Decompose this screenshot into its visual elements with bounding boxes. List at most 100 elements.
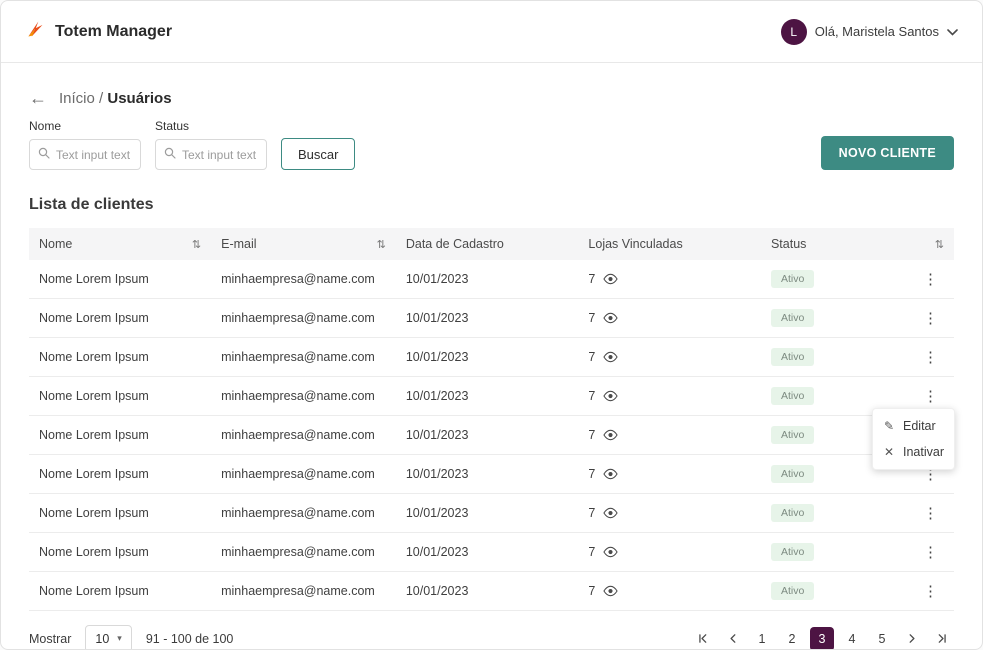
column-header-nome[interactable]: Nome ⇅	[29, 228, 211, 260]
cell-status: Ativo	[761, 533, 907, 572]
edit-menu-item[interactable]: ✎ Editar	[873, 413, 954, 439]
cell-status: Ativo	[761, 299, 907, 338]
table-row: Nome Lorem Ipsum minhaempresa@name.com 1…	[29, 260, 954, 299]
cell-email: minhaempresa@name.com	[211, 533, 396, 572]
page-size-select[interactable]: 10 ▾	[85, 625, 131, 650]
brand: Totem Manager	[25, 19, 172, 44]
prev-page-button[interactable]	[720, 627, 744, 650]
eye-icon[interactable]	[603, 585, 618, 597]
cell-lojas: 7	[578, 572, 761, 611]
nome-search-input[interactable]	[56, 148, 132, 162]
app-logo-icon	[25, 19, 45, 44]
page-button[interactable]: 3	[810, 627, 834, 650]
cell-lojas: 7	[578, 260, 761, 299]
cell-data-cadastro: 10/01/2023	[396, 416, 579, 455]
table-header: Nome ⇅ E-mail ⇅ Data de Cadastro	[29, 228, 954, 260]
user-menu[interactable]: L Olá, Maristela Santos	[781, 19, 958, 45]
status-badge: Ativo	[771, 348, 814, 366]
cell-nome: Nome Lorem Ipsum	[29, 494, 211, 533]
kebab-menu-icon[interactable]: ⋮	[917, 349, 944, 366]
cell-email: minhaempresa@name.com	[211, 572, 396, 611]
eye-icon[interactable]	[603, 312, 618, 324]
status-badge: Ativo	[771, 426, 814, 444]
cell-nome: Nome Lorem Ipsum	[29, 572, 211, 611]
eye-icon[interactable]	[603, 390, 618, 402]
cell-actions: ⋮	[907, 338, 954, 377]
eye-icon[interactable]	[603, 273, 618, 285]
cell-status: Ativo	[761, 260, 907, 299]
first-page-button[interactable]	[690, 627, 714, 650]
cell-email: minhaempresa@name.com	[211, 494, 396, 533]
kebab-menu-icon[interactable]: ⋮	[917, 388, 944, 405]
next-page-button[interactable]	[900, 627, 924, 650]
cell-data-cadastro: 10/01/2023	[396, 494, 579, 533]
kebab-menu-icon[interactable]: ⋮	[917, 505, 944, 522]
cell-email: minhaempresa@name.com	[211, 299, 396, 338]
table-title: Lista de clientes	[29, 196, 954, 214]
pagination-bar: Mostrar 10 ▾ 91 - 100 de 100 1 2 3 4 5	[29, 625, 954, 650]
kebab-menu-icon[interactable]: ⋮	[917, 583, 944, 600]
top-bar: Totem Manager L Olá, Maristela Santos	[1, 1, 982, 63]
cell-email: minhaempresa@name.com	[211, 416, 396, 455]
cell-email: minhaempresa@name.com	[211, 338, 396, 377]
cell-nome: Nome Lorem Ipsum	[29, 377, 211, 416]
last-page-button[interactable]	[930, 627, 954, 650]
novo-cliente-button[interactable]: NOVO CLIENTE	[821, 136, 954, 170]
status-badge: Ativo	[771, 504, 814, 522]
range-text: 91 - 100 de 100	[146, 632, 234, 646]
cell-email: minhaempresa@name.com	[211, 377, 396, 416]
status-badge: Ativo	[771, 582, 814, 600]
page-button[interactable]: 1	[750, 627, 774, 650]
cell-lojas: 7	[578, 494, 761, 533]
cell-lojas: 7	[578, 377, 761, 416]
page-button[interactable]: 5	[870, 627, 894, 650]
kebab-menu-icon[interactable]: ⋮	[917, 310, 944, 327]
eye-icon[interactable]	[603, 546, 618, 558]
cell-actions: ⋮	[907, 572, 954, 611]
edit-menu-label: Editar	[903, 419, 936, 433]
inactivate-menu-label: Inativar	[903, 445, 944, 459]
table-body: Nome Lorem Ipsum minhaempresa@name.com 1…	[29, 260, 954, 611]
inactivate-menu-item[interactable]: ✕ Inativar	[873, 439, 954, 465]
column-header-data: Data de Cadastro	[396, 228, 579, 260]
status-search-input[interactable]	[182, 148, 258, 162]
cell-data-cadastro: 10/01/2023	[396, 377, 579, 416]
back-button[interactable]: ←	[29, 89, 47, 107]
chevron-down-icon	[947, 23, 958, 41]
chevron-down-icon: ▾	[117, 633, 122, 644]
sort-icon[interactable]: ⇅	[192, 238, 201, 251]
kebab-menu-icon[interactable]: ⋮	[917, 271, 944, 288]
cell-lojas: 7	[578, 416, 761, 455]
clients-table: Nome ⇅ E-mail ⇅ Data de Cadastro	[29, 228, 954, 611]
row-context-menu: ✎ Editar ✕ Inativar	[872, 408, 955, 470]
eye-icon[interactable]	[603, 429, 618, 441]
eye-icon[interactable]	[603, 507, 618, 519]
cell-actions: ⋮	[907, 260, 954, 299]
column-header-email[interactable]: E-mail ⇅	[211, 228, 396, 260]
cell-data-cadastro: 10/01/2023	[396, 260, 579, 299]
sort-icon[interactable]: ⇅	[377, 238, 386, 251]
column-header-status: Status	[761, 228, 907, 260]
search-icon	[38, 146, 50, 164]
status-badge: Ativo	[771, 465, 814, 483]
cell-status: Ativo	[761, 572, 907, 611]
sort-icon[interactable]: ⇅	[935, 239, 944, 251]
eye-icon[interactable]	[603, 468, 618, 480]
cell-data-cadastro: 10/01/2023	[396, 533, 579, 572]
breadcrumb-current: Usuários	[107, 90, 171, 107]
table-row: Nome Lorem Ipsum minhaempresa@name.com 1…	[29, 494, 954, 533]
cell-data-cadastro: 10/01/2023	[396, 299, 579, 338]
page-button[interactable]: 4	[840, 627, 864, 650]
eye-icon[interactable]	[603, 351, 618, 363]
table-row: Nome Lorem Ipsum minhaempresa@name.com 1…	[29, 572, 954, 611]
cell-nome: Nome Lorem Ipsum	[29, 260, 211, 299]
mostrar-label: Mostrar	[29, 632, 71, 646]
cell-data-cadastro: 10/01/2023	[396, 338, 579, 377]
page-button[interactable]: 2	[780, 627, 804, 650]
breadcrumb-root[interactable]: Início /	[59, 90, 103, 107]
buscar-button[interactable]: Buscar	[281, 138, 355, 170]
column-header-actions[interactable]: ⇅	[907, 228, 954, 260]
cell-status: Ativo	[761, 338, 907, 377]
page-size-value: 10	[95, 632, 109, 646]
kebab-menu-icon[interactable]: ⋮	[917, 544, 944, 561]
